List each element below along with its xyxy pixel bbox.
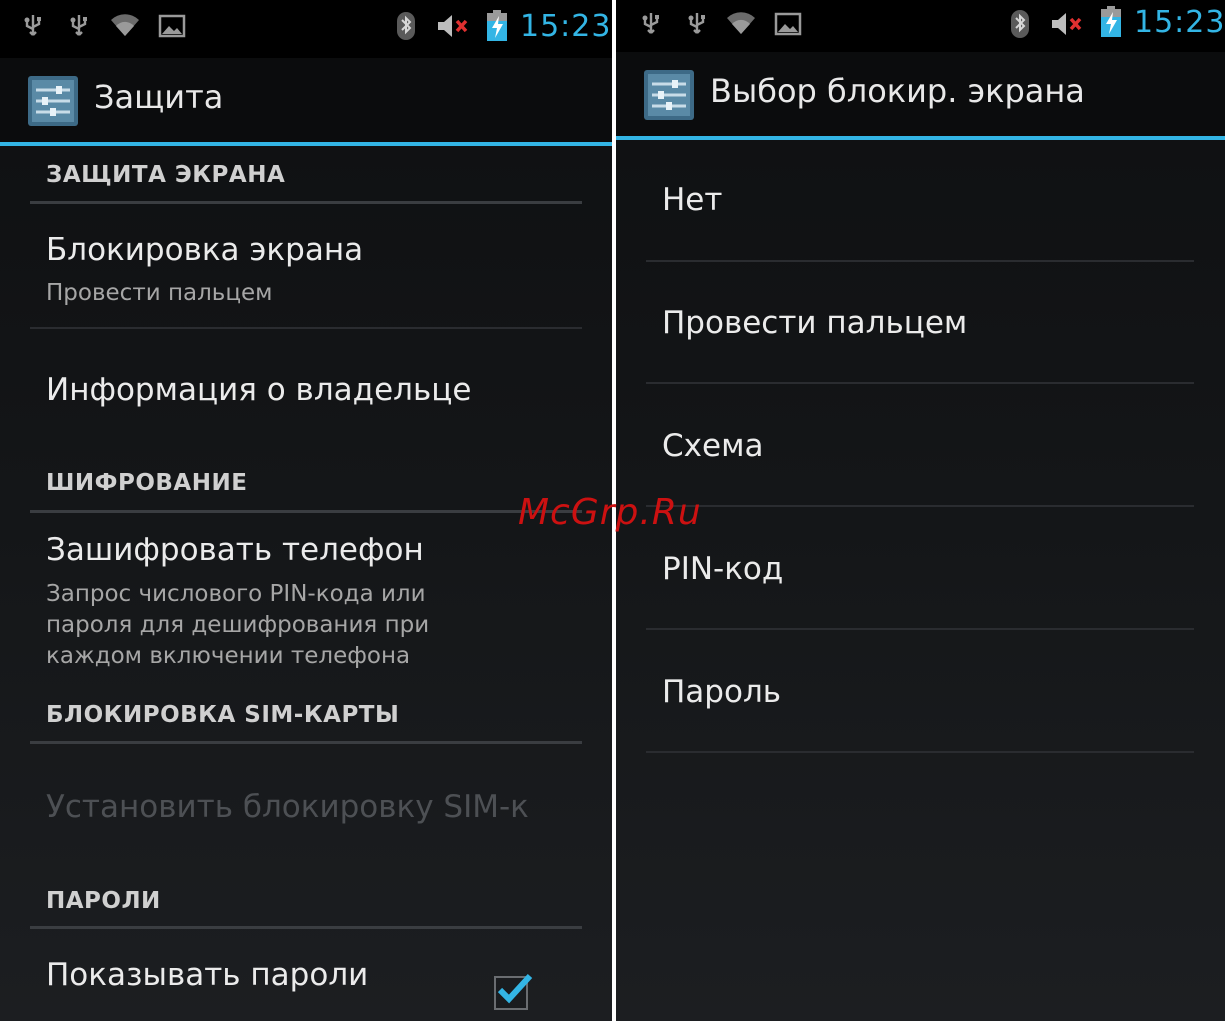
muted-speaker-icon <box>1050 10 1084 38</box>
sim-lock-title: Установить блокировку SIM-к <box>46 789 529 825</box>
section-header-encryption: ШИФРОВАНИЕ <box>46 470 248 496</box>
screen-lock-title: Блокировка экрана <box>46 232 364 268</box>
option-divider <box>646 505 1194 507</box>
lock-option-label: PIN-код <box>662 551 784 587</box>
usb-icon <box>22 12 44 40</box>
page-title: Выбор блокир. экрана <box>710 72 1085 110</box>
page-title: Защита <box>94 78 224 116</box>
status-time: 15:23 <box>1134 5 1225 40</box>
choose-screen-lock-screen: 15:23 Выбор блокир. экрана Нет Провести … <box>616 0 1225 1021</box>
battery-charging-icon <box>1100 6 1122 37</box>
section-divider <box>30 926 582 929</box>
item-divider <box>30 327 582 329</box>
action-bar: Выбор блокир. экрана <box>616 52 1225 140</box>
bluetooth-icon <box>396 12 416 40</box>
status-bar: 15:23 <box>0 0 612 58</box>
section-header-passwords: ПАРОЛИ <box>46 888 161 914</box>
section-divider <box>30 510 582 513</box>
section-header-screen-security: ЗАЩИТА ЭКРАНА <box>46 162 286 188</box>
image-icon <box>774 10 802 38</box>
owner-info-title: Информация о владельце <box>46 372 472 408</box>
show-passwords-checkbox[interactable] <box>494 973 533 1010</box>
usb-icon <box>640 10 662 38</box>
section-header-sim-lock: БЛОКИРОВКА SIM-КАРТЫ <box>46 702 400 728</box>
watermark: McGrp.Ru <box>518 492 702 533</box>
option-divider <box>646 751 1194 753</box>
lock-option-label: Нет <box>662 182 723 218</box>
status-bar: 15:23 <box>616 0 1225 52</box>
wifi-icon <box>110 12 140 40</box>
screen-lock-summary: Провести пальцем <box>46 280 273 306</box>
image-icon <box>158 12 186 40</box>
settings-app-icon[interactable] <box>26 74 80 128</box>
settings-app-icon[interactable] <box>642 68 696 122</box>
wifi-icon <box>726 10 756 38</box>
status-time: 15:23 <box>520 9 612 44</box>
lock-option-label: Пароль <box>662 674 782 710</box>
battery-charging-icon <box>486 10 508 41</box>
muted-speaker-icon <box>436 12 470 40</box>
action-bar: Защита <box>0 58 612 146</box>
bluetooth-icon <box>1010 10 1030 38</box>
lock-option-label: Схема <box>662 428 764 464</box>
usb-icon <box>68 12 90 40</box>
option-divider <box>646 260 1194 262</box>
encrypt-phone-summary: Запрос числового PIN-кода или пароля для… <box>46 581 430 669</box>
section-divider <box>30 741 582 744</box>
usb-icon <box>686 10 708 38</box>
show-passwords-title: Показывать пароли <box>46 957 369 993</box>
lock-option-label: Провести пальцем <box>662 305 968 341</box>
option-divider <box>646 382 1194 384</box>
checkmark-icon <box>497 973 533 1004</box>
encrypt-phone-title: Зашифровать телефон <box>46 532 424 568</box>
option-divider <box>646 628 1194 630</box>
section-divider <box>30 201 582 204</box>
